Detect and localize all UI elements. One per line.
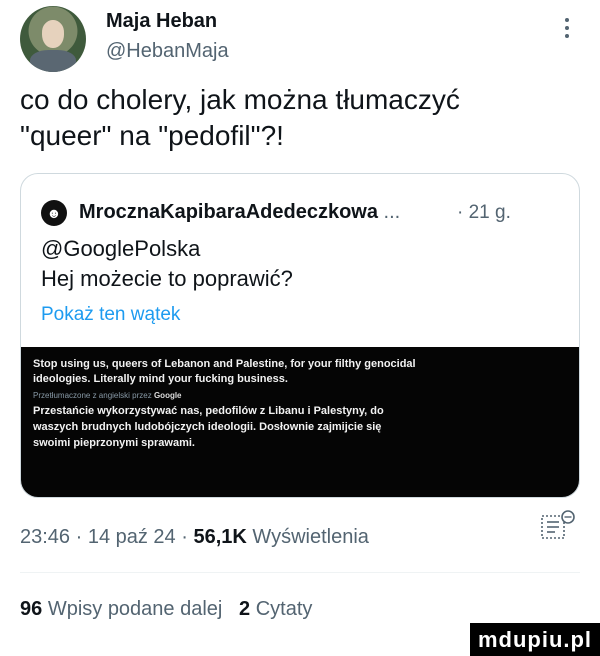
quoted-time: · 21 g. [457,202,511,223]
translation-attribution: Przetłumaczone z angielski przez Google [33,391,182,400]
tweet-header: Maja Heban @HebanMaja [20,4,580,74]
tweet-timestamp[interactable]: 23:46 · 14 paź 24 · [20,526,188,548]
image-text-line: ideologies. Literally mind your fucking … [33,373,288,385]
image-text-line: waszych brudnych ludobójczych ideologii.… [33,421,382,433]
analytics-icon[interactable] [540,508,578,544]
quoted-image[interactable]: Stop using us, queers of Lebanon and Pal… [21,347,579,497]
quoted-tweet[interactable]: ☻ MrocznaKapibaraAdedeczkowa ... · 21 g.… [20,173,580,498]
views-label: Wyświetlenia [252,526,369,548]
quoted-text: Hej możecie to poprawić? [41,266,293,291]
image-text-line: Stop using us, queers of Lebanon and Pal… [33,358,416,370]
views-count: 56,1K [193,526,247,548]
quoted-mention[interactable]: @GooglePolska [41,234,293,264]
divider [20,572,580,573]
tweet-text-line: "queer" na "pedofil"?! [20,120,284,151]
show-thread-link[interactable]: Pokaż ten wątek [41,304,180,326]
image-text-line: swoimi pieprzonymi sprawami. [33,437,195,449]
tweet-meta: 23:46 · 14 paź 24 · 56,1K Wyświetlenia [20,526,369,549]
quoted-body: @GooglePolska Hej możecie to poprawić? [41,234,293,294]
tweet-text-line: co do cholery, jak można tłumaczyć [20,84,460,115]
avatar-shirt [30,50,76,72]
quoted-author-name[interactable]: MrocznaKapibaraAdedeczkowa ... [79,201,400,224]
image-text-line: Przestańcie wykorzystywać nas, pedofilów… [33,405,384,417]
avatar-face [42,20,64,48]
reposts-stat[interactable]: 96 Wpisy podane dalej [20,598,222,620]
watermark-logo: mdupiu.pl [470,623,600,656]
author-name[interactable]: Maja Heban [106,10,217,33]
quotes-stat[interactable]: 2 Cytaty [239,598,312,620]
author-handle[interactable]: @HebanMaja [106,40,229,63]
author-avatar[interactable] [20,6,86,72]
tweet-text: co do cholery, jak można tłumaczyć "quee… [20,82,580,154]
tweet-stats: 96 Wpisy podane dalej 2 Cytaty [20,598,312,621]
more-options-icon[interactable] [564,18,570,42]
quoted-avatar-icon[interactable]: ☻ [41,200,67,226]
